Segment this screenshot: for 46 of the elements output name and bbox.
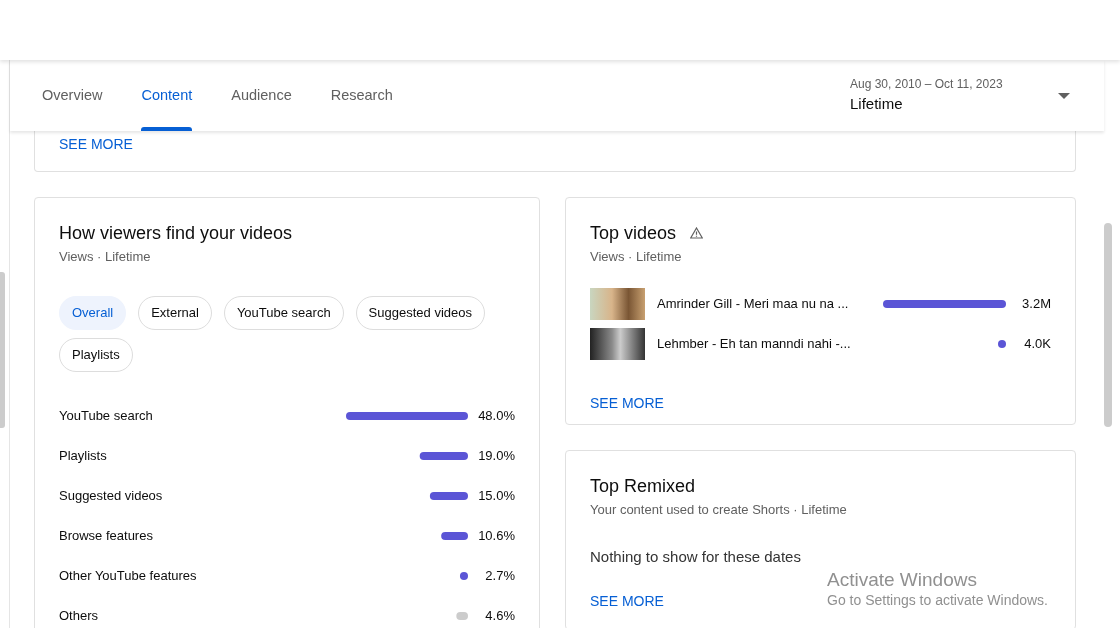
- card-title: Top videos: [590, 222, 677, 244]
- percentage-value: 4.6%: [484, 607, 515, 626]
- video-thumbnail[interactable]: [590, 328, 645, 360]
- video-title[interactable]: Amrinder Gill - Meri maa nu na ...: [657, 294, 860, 314]
- filter-chip[interactable]: YouTube search: [223, 296, 344, 330]
- card-title: Top Remixed: [590, 475, 697, 497]
- warning-icon[interactable]: [690, 227, 704, 239]
- filter-chip[interactable]: External: [138, 296, 212, 330]
- card-subtitle: Views · Lifetime: [59, 248, 152, 266]
- source-label: Suggested videos: [59, 487, 164, 506]
- tab[interactable]: Overview: [42, 60, 103, 131]
- percentage-value: 2.7%: [484, 567, 515, 586]
- empty-message: Nothing to show for these dates: [590, 547, 802, 567]
- source-label: Others: [59, 607, 99, 626]
- tab[interactable]: Audience: [231, 60, 292, 131]
- view-count: 3.2M: [1021, 295, 1051, 314]
- see-more-link[interactable]: SEE MORE: [590, 590, 664, 612]
- percentage-value: 19.0%: [477, 447, 515, 466]
- filter-chip[interactable]: Playlists: [59, 338, 133, 372]
- percentage-value: 15.0%: [477, 487, 515, 506]
- see-more-link[interactable]: SEE MORE: [59, 134, 133, 155]
- date-range: Aug 30, 2010 – Oct 11, 2023: [850, 76, 1004, 94]
- date-range-picker[interactable]: Aug 30, 2010 – Oct 11, 2023 Lifetime: [850, 75, 1050, 116]
- video-title[interactable]: Lehmber - Eh tan manndi nahi -...: [657, 334, 860, 354]
- view-count: 4.0K: [1023, 335, 1051, 354]
- filter-chip[interactable]: Suggested videos: [355, 296, 485, 330]
- card-subtitle: Your content used to create Shorts · Lifetime: [590, 501, 848, 519]
- tab[interactable]: Content: [141, 60, 193, 131]
- video-thumbnail[interactable]: [590, 288, 645, 320]
- source-label: YouTube search: [59, 407, 154, 426]
- tab[interactable]: Research: [330, 60, 393, 131]
- scrollbar-thumb[interactable]: [0, 272, 5, 428]
- source-label: Browse features: [59, 527, 154, 546]
- period-label: Lifetime: [850, 94, 904, 115]
- card-subtitle: Views · Lifetime: [590, 248, 683, 266]
- activation-message: Go to Settings to activate Windows.: [827, 591, 1048, 609]
- source-label: Playlists: [59, 447, 108, 466]
- card-title: How viewers find your videos: [59, 222, 294, 244]
- activation-title: Activate Windows: [827, 569, 978, 592]
- percentage-value: 48.0%: [477, 407, 515, 426]
- percentage-value: 10.6%: [477, 527, 515, 546]
- see-more-link[interactable]: SEE MORE: [590, 393, 664, 414]
- filter-chip[interactable]: Overall: [59, 296, 127, 330]
- source-label: Other YouTube features: [59, 567, 198, 586]
- caret-icon[interactable]: [1058, 92, 1070, 99]
- scrollbar-thumb[interactable]: [1104, 223, 1112, 427]
